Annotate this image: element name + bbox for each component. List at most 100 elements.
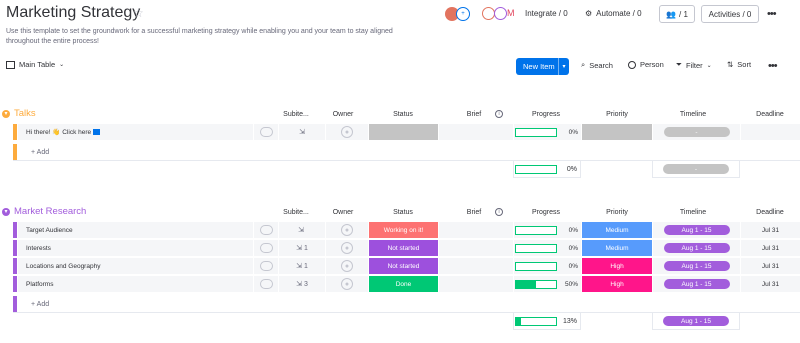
deadline-cell[interactable] xyxy=(740,124,800,140)
search-button[interactable]: ⌕ Search xyxy=(581,60,613,70)
owner-cell[interactable]: ● xyxy=(325,276,368,292)
new-item-button[interactable]: New Item ▾ xyxy=(516,58,569,75)
subitems-cell[interactable]: ⇲ 1 xyxy=(278,258,325,274)
brief-cell[interactable] xyxy=(438,276,513,292)
item-name-text[interactable]: Hi there! 👋 Click here xyxy=(26,128,91,136)
column-header-owner[interactable]: Owner xyxy=(330,111,356,118)
activities-button[interactable]: Activities / 0 xyxy=(701,5,759,23)
members-button[interactable]: 👥 / 1 xyxy=(659,5,695,23)
info-icon[interactable]: i xyxy=(495,110,503,118)
timeline-cell[interactable]: Aug 1 - 15 xyxy=(652,222,740,238)
column-header-progress[interactable]: Progress xyxy=(514,111,578,118)
table-row[interactable]: Locations and Geography ⇲ 1 ● Not started… xyxy=(13,258,800,275)
column-header-status[interactable]: Status xyxy=(368,209,438,216)
column-header-deadline[interactable]: Deadline xyxy=(740,111,800,118)
add-item-label[interactable]: + Add xyxy=(31,301,49,308)
person-filter-button[interactable]: Person xyxy=(628,60,664,69)
status-cell[interactable] xyxy=(368,124,438,140)
column-header-priority[interactable]: Priority xyxy=(582,111,652,118)
column-header-owner[interactable]: Owner xyxy=(330,209,356,216)
brief-cell[interactable] xyxy=(438,124,513,140)
item-name-text[interactable]: Target Audience xyxy=(26,227,73,234)
invite-avatar-icon[interactable]: + xyxy=(456,7,470,21)
group-title[interactable]: Talks xyxy=(14,108,36,119)
owner-cell[interactable]: ● xyxy=(325,124,368,140)
add-item-row[interactable]: + Add xyxy=(13,296,440,312)
collapse-chevron-icon[interactable]: ▾ xyxy=(2,207,10,216)
deadline-cell[interactable]: Jul 31 xyxy=(740,258,800,274)
updates-cell[interactable] xyxy=(253,124,278,140)
sort-button[interactable]: ⇅ Sort xyxy=(727,60,751,69)
subitems-cell[interactable]: ⇲ 3 xyxy=(278,276,325,292)
info-icon[interactable]: i xyxy=(495,208,503,216)
item-name[interactable]: Target Audience xyxy=(17,222,253,238)
collapse-chevron-icon[interactable]: ▾ xyxy=(2,109,10,118)
timeline-cell[interactable]: - xyxy=(652,124,740,140)
column-header-progress[interactable]: Progress xyxy=(514,209,578,216)
column-header-brief[interactable]: Brief xyxy=(456,111,492,118)
item-name-text[interactable]: Locations and Geography xyxy=(26,263,100,270)
chat-bubble-icon[interactable] xyxy=(259,127,273,137)
table-row[interactable]: Hi there! 👋 Click here ⇲ ● 0% - xyxy=(13,124,800,141)
subitems-cell[interactable]: ⇲ xyxy=(278,222,325,238)
updates-cell[interactable] xyxy=(253,240,278,256)
board-description[interactable]: Use this template to set the groundwork … xyxy=(6,27,426,47)
column-header-subitems[interactable]: Subite... xyxy=(283,209,309,216)
chat-bubble-icon[interactable] xyxy=(259,279,273,289)
column-header-timeline[interactable]: Timeline xyxy=(660,111,726,118)
chat-bubble-icon[interactable] xyxy=(259,261,273,271)
group-title[interactable]: Market Research xyxy=(14,206,86,217)
column-header-timeline[interactable]: Timeline xyxy=(660,209,726,216)
updates-cell[interactable] xyxy=(253,258,278,274)
brief-cell[interactable] xyxy=(438,222,513,238)
deadline-cell[interactable]: Jul 31 xyxy=(740,240,800,256)
priority-cell[interactable]: High xyxy=(581,258,652,274)
deadline-cell[interactable]: Jul 31 xyxy=(740,276,800,292)
subitems-cell[interactable]: ⇲ 1 xyxy=(278,240,325,256)
status-cell[interactable]: Done xyxy=(368,276,438,292)
brief-cell[interactable] xyxy=(438,258,513,274)
subitems-cell[interactable]: ⇲ xyxy=(278,124,325,140)
priority-cell[interactable]: Medium xyxy=(581,240,652,256)
add-item-label[interactable]: + Add xyxy=(31,149,49,156)
owner-cell[interactable]: ● xyxy=(325,240,368,256)
updates-cell[interactable] xyxy=(253,276,278,292)
column-header-priority[interactable]: Priority xyxy=(582,209,652,216)
main-table-view[interactable]: Main Table ⌄ xyxy=(6,60,64,69)
status-cell[interactable]: Working on it! xyxy=(368,222,438,238)
priority-cell[interactable]: Medium xyxy=(581,222,652,238)
toolbar-more-icon[interactable]: ••• xyxy=(768,60,778,72)
status-cell[interactable]: Not started xyxy=(368,258,438,274)
table-row[interactable]: Target Audience ⇲ ● Working on it! 0% Me… xyxy=(13,222,800,239)
priority-cell[interactable] xyxy=(581,124,652,140)
table-row[interactable]: Interests ⇲ 1 ● Not started 0% Medium Aug… xyxy=(13,240,800,257)
group-header-market-research[interactable]: ▾ Market Research xyxy=(2,206,86,217)
deadline-cell[interactable]: Jul 31 xyxy=(740,222,800,238)
item-name[interactable]: Platforms xyxy=(17,276,253,292)
integrate-button[interactable]: Integrate / 0 xyxy=(525,9,568,18)
priority-cell[interactable]: High xyxy=(581,276,652,292)
table-row[interactable]: Platforms ⇲ 3 ● Done 50% High Aug 1 - 15 … xyxy=(13,276,800,293)
timeline-cell[interactable]: Aug 1 - 15 xyxy=(652,258,740,274)
chevron-down-icon[interactable]: ▾ xyxy=(558,58,569,75)
updates-cell[interactable] xyxy=(253,222,278,238)
column-header-subitems[interactable]: Subite... xyxy=(283,111,309,118)
add-item-row[interactable]: + Add xyxy=(13,144,440,160)
column-header-brief[interactable]: Brief xyxy=(456,209,492,216)
timeline-cell[interactable]: Aug 1 - 15 xyxy=(652,276,740,292)
board-more-icon[interactable]: ••• xyxy=(767,8,777,20)
status-cell[interactable]: Not started xyxy=(368,240,438,256)
owner-cell[interactable]: ● xyxy=(325,258,368,274)
column-header-deadline[interactable]: Deadline xyxy=(740,209,800,216)
page-title[interactable]: Marketing Strategy xyxy=(6,4,140,22)
favorite-star-icon[interactable]: ☆ xyxy=(133,6,144,20)
chat-bubble-icon[interactable] xyxy=(259,243,273,253)
owner-cell[interactable]: ● xyxy=(325,222,368,238)
item-name[interactable]: Hi there! 👋 Click here xyxy=(17,124,253,140)
filter-button[interactable]: ⏷ Filter ⌄ xyxy=(676,60,712,70)
item-name[interactable]: Locations and Geography xyxy=(17,258,253,274)
item-name[interactable]: Interests xyxy=(17,240,253,256)
item-name-text[interactable]: Platforms xyxy=(26,281,53,288)
brief-cell[interactable] xyxy=(438,240,513,256)
timeline-cell[interactable]: Aug 1 - 15 xyxy=(652,240,740,256)
